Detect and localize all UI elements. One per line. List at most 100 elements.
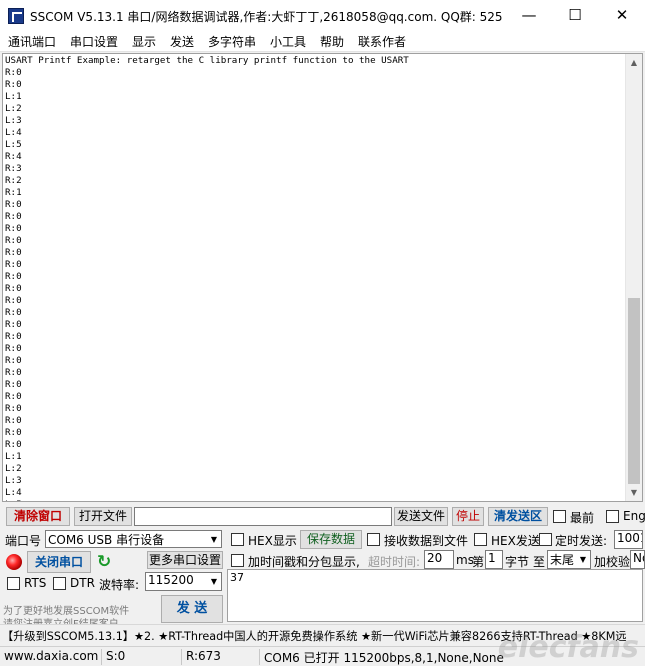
receive-line: R:0 [5, 67, 22, 78]
send-button[interactable]: 发 送 [161, 595, 223, 623]
to-label: 至 [533, 555, 546, 569]
more-serial-settings-button[interactable]: 更多串口设置 [147, 551, 223, 569]
receive-line: R:0 [5, 427, 22, 438]
scroll-up-icon[interactable]: ▲ [626, 54, 642, 71]
menu-contact-author[interactable]: 联系作者 [358, 33, 406, 50]
end-select-value: 末尾 [550, 553, 575, 567]
open-file-button[interactable]: 打开文件 [74, 507, 132, 526]
menu-tools[interactable]: 小工具 [270, 33, 306, 50]
baud-label: 波特率: [99, 578, 140, 592]
stop-button[interactable]: 停止 [452, 507, 484, 526]
recv-to-file-checkbox[interactable] [367, 533, 380, 546]
rts-checkbox[interactable] [7, 577, 20, 590]
receive-line: R:0 [5, 307, 22, 318]
receive-line: R:1 [5, 187, 22, 198]
timestamp-checkbox[interactable] [231, 554, 244, 567]
timeout-label: 超时时间: [368, 555, 421, 569]
hex-display-checkbox[interactable] [231, 533, 244, 546]
close-port-button[interactable]: 关闭串口 [27, 551, 91, 573]
clear-window-button[interactable]: 清除窗口 [6, 507, 70, 526]
file-path-input[interactable] [134, 507, 392, 526]
menu-multi-string[interactable]: 多字符串 [208, 33, 256, 50]
byte-index-input[interactable]: 1 [485, 550, 503, 569]
receive-line: R:0 [5, 439, 22, 450]
receive-line: R:0 [5, 355, 22, 366]
port-label: 端口号 [5, 534, 42, 548]
receive-line: L:2 [5, 463, 22, 474]
receive-line: R:0 [5, 211, 22, 222]
hex-send-checkbox[interactable] [474, 533, 487, 546]
receive-scrollbar[interactable]: ▲ ▼ [625, 54, 642, 501]
byte-label: 字节 [505, 555, 530, 569]
receive-line: R:0 [5, 331, 22, 342]
scrollbar-thumb[interactable] [628, 298, 640, 484]
status-received-count: R:673 [184, 649, 260, 665]
menu-serial-settings[interactable]: 串口设置 [70, 33, 118, 50]
timeout-input[interactable]: 20 [424, 550, 454, 569]
menu-display[interactable]: 显示 [132, 33, 156, 50]
receive-line: R:0 [5, 271, 22, 282]
dtr-checkbox[interactable] [53, 577, 66, 590]
receive-line: R:0 [5, 403, 22, 414]
menu-comm-port[interactable]: 通讯端口 [8, 33, 56, 50]
status-sent-count: S:0 [104, 649, 182, 665]
baud-rate-value: 115200 [148, 573, 194, 587]
baud-rate-select[interactable]: 115200 ▼ [145, 572, 222, 591]
timed-send-checkbox[interactable] [539, 533, 552, 546]
receive-line: L:2 [5, 103, 22, 114]
menu-send[interactable]: 发送 [170, 33, 194, 50]
refresh-icon[interactable]: ↻ [97, 553, 113, 571]
receive-line: R:0 [5, 247, 22, 258]
send-file-button[interactable]: 发送文件 [394, 507, 448, 526]
receive-line: R:0 [5, 319, 22, 330]
clear-send-area-button[interactable]: 清发送区 [488, 507, 548, 526]
watermark-logo: elecfans [497, 630, 639, 665]
receive-line: L:5 [5, 139, 22, 150]
receive-line: R:0 [5, 367, 22, 378]
chevron-down-icon: ▼ [207, 531, 221, 547]
receive-line: R:4 [5, 151, 22, 162]
receive-line: R:0 [5, 235, 22, 246]
end-select[interactable]: 末尾 ▼ [547, 550, 591, 569]
status-port-state: COM6 已打开 115200bps,8,1,None,None [264, 651, 504, 665]
receive-line: R:0 [5, 379, 22, 390]
receive-line: L:4 [5, 487, 22, 498]
port-select[interactable]: COM6 USB 串行设备 ▼ [45, 530, 222, 548]
menu-help[interactable]: 帮助 [320, 33, 344, 50]
receive-line: R:0 [5, 223, 22, 234]
dtr-label: DTR [70, 576, 95, 590]
topmost-label: 最前 [570, 511, 595, 525]
receive-line: R:2 [5, 175, 22, 186]
receive-line: L:3 [5, 475, 22, 486]
port-status-led [6, 554, 22, 570]
scroll-down-icon[interactable]: ▼ [626, 484, 642, 501]
timed-send-interval-input[interactable]: 1001 [614, 530, 643, 549]
save-data-button[interactable]: 保存数据 [300, 530, 362, 549]
maximize-button[interactable]: ☐ [552, 0, 598, 31]
close-button[interactable]: ✕ [599, 0, 645, 31]
minimize-button[interactable]: — [506, 0, 552, 31]
receive-log: USART Printf Example: retarget the C lib… [5, 55, 409, 501]
receive-line: R:0 [5, 79, 22, 90]
recv-to-file-label: 接收数据到文件 [384, 534, 469, 548]
hex-display-label: HEX显示 [248, 534, 297, 548]
topmost-checkbox[interactable] [553, 510, 566, 523]
receive-textarea[interactable]: USART Printf Example: retarget the C lib… [2, 53, 643, 502]
receive-line: R:0 [5, 283, 22, 294]
hex-send-label: HEX发送 [491, 534, 540, 548]
title-bar: SSCOM V5.13.1 串口/网络数据调试器,作者:大虾丁丁,2618058… [0, 0, 645, 31]
receive-line: L:4 [5, 127, 22, 138]
receive-line: R:0 [5, 391, 22, 402]
window-title: SSCOM V5.13.1 串口/网络数据调试器,作者:大虾丁丁,2618058… [30, 10, 503, 24]
english-checkbox[interactable] [606, 510, 619, 523]
status-website[interactable]: www.daxia.com [2, 649, 102, 665]
menu-bar: 通讯端口 串口设置 显示 发送 多字符串 小工具 帮助 联系作者 [0, 31, 645, 52]
chevron-down-icon: ▼ [576, 551, 590, 568]
send-textarea[interactable]: 37 [227, 569, 643, 622]
page-label: 第 [472, 555, 485, 569]
checksum-select[interactable]: No [630, 550, 645, 569]
receive-line: R:0 [5, 295, 22, 306]
chevron-down-icon: ▼ [207, 573, 221, 590]
english-label: Eng [623, 509, 645, 523]
app-icon [8, 8, 24, 24]
